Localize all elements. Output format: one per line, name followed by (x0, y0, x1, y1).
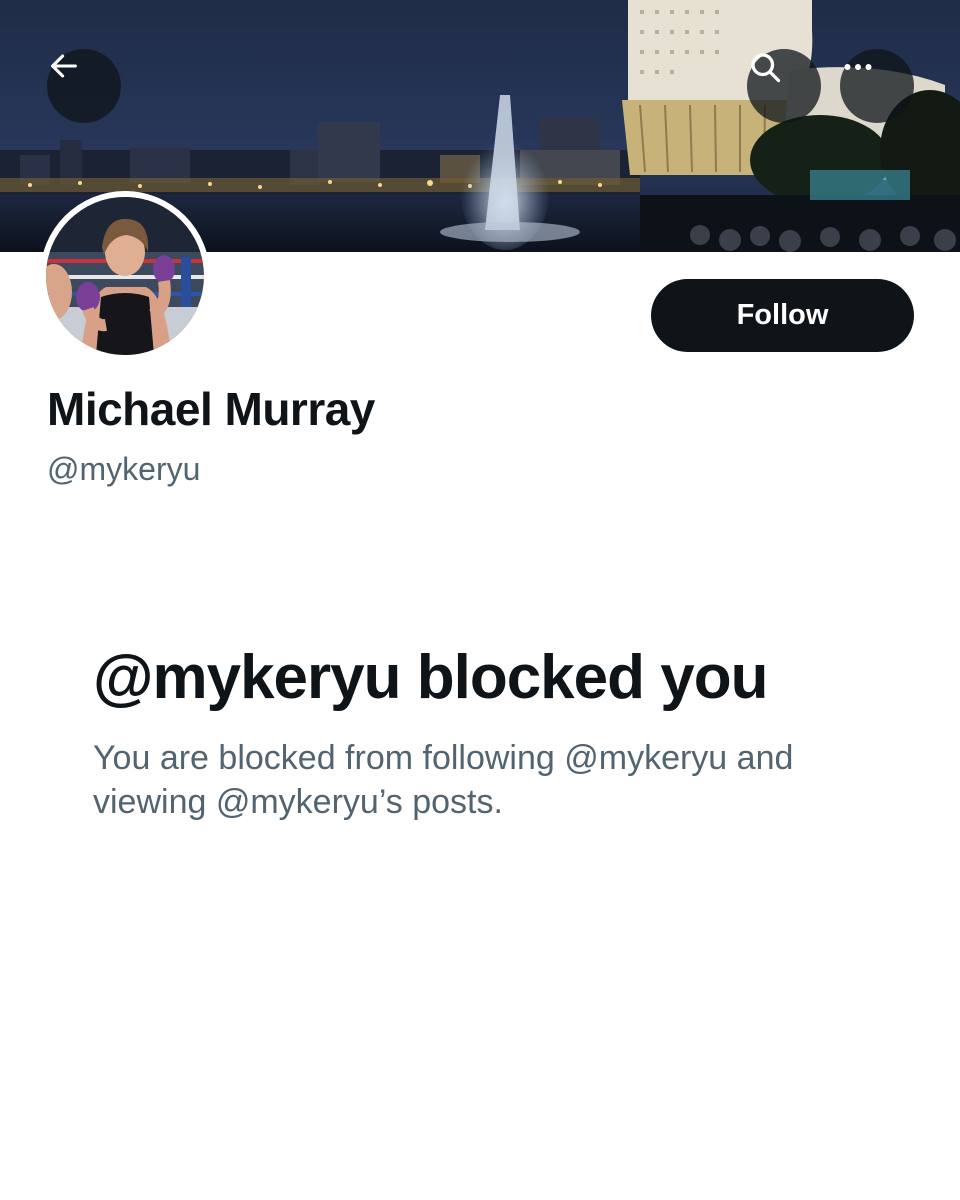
avatar-photo (46, 197, 204, 355)
blocked-notice-title: @mykeryu blocked you (93, 643, 768, 712)
more-horizontal-icon (844, 64, 872, 70)
profile-page: Follow Michael Murray @mykeryu @mykeryu … (0, 0, 960, 1200)
back-button[interactable] (47, 49, 121, 123)
arrow-left-icon (51, 54, 77, 78)
more-options-button[interactable] (840, 49, 914, 123)
profile-avatar[interactable] (40, 191, 210, 361)
blocked-notice-description: You are blocked from following @mykeryu … (93, 739, 794, 821)
search-icon (751, 53, 781, 83)
search-button[interactable] (747, 49, 821, 123)
avatar-boxer-illustration (46, 197, 204, 355)
profile-handle: @mykeryu (47, 451, 201, 487)
profile-display-name: Michael Murray (47, 383, 375, 435)
follow-button[interactable]: Follow (651, 279, 914, 352)
